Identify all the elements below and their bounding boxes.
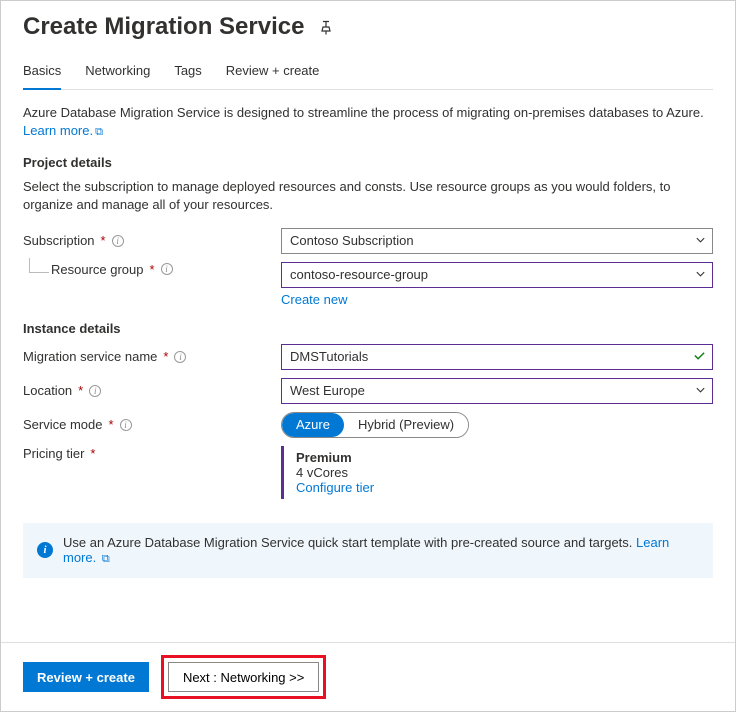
location-value: West Europe [290,383,365,398]
migration-name-label: Migration service name [23,349,157,364]
tab-review-create[interactable]: Review + create [226,55,320,89]
project-details-text: Select the subscription to manage deploy… [23,178,713,214]
chevron-down-icon [695,267,706,282]
external-icon: ⧉ [95,126,103,138]
external-icon: ⧉ [102,553,110,565]
tab-basics[interactable]: Basics [23,55,61,90]
required-indicator: * [150,262,155,277]
pricing-tier-box: Premium 4 vCores Configure tier [281,446,713,499]
subscription-select[interactable]: Contoso Subscription [281,228,713,254]
resource-group-select[interactable]: contoso-resource-group [281,262,713,288]
info-icon[interactable]: i [89,385,101,397]
next-networking-button[interactable]: Next : Networking >> [168,662,319,692]
tab-networking[interactable]: Networking [85,55,150,89]
location-select[interactable]: West Europe [281,378,713,404]
service-mode-azure[interactable]: Azure [282,413,344,437]
subscription-value: Contoso Subscription [290,233,414,248]
required-indicator: * [90,446,95,461]
required-indicator: * [78,383,83,398]
learn-more-link[interactable]: Learn more.⧉ [23,123,103,138]
service-mode-toggle: Azure Hybrid (Preview) [281,412,469,438]
resource-group-value: contoso-resource-group [290,267,428,282]
create-new-link[interactable]: Create new [281,292,347,307]
migration-name-value: DMSTutorials [290,349,368,364]
service-mode-hybrid[interactable]: Hybrid (Preview) [344,413,468,437]
description: Azure Database Migration Service is desi… [23,104,713,141]
next-button-highlight: Next : Networking >> [161,655,326,699]
instance-details-heading: Instance details [23,321,713,336]
info-icon[interactable]: i [161,263,173,275]
page-title: Create Migration Service [23,13,304,41]
chevron-down-icon [695,383,706,398]
project-details-heading: Project details [23,155,713,170]
required-indicator: * [101,233,106,248]
service-mode-label: Service mode [23,417,102,432]
tier-detail: 4 vCores [296,465,713,480]
tabs: Basics Networking Tags Review + create [23,55,713,90]
review-create-button[interactable]: Review + create [23,662,149,692]
checkmark-icon [693,349,706,365]
info-icon[interactable]: i [174,351,186,363]
chevron-down-icon [695,233,706,248]
info-banner-text: Use an Azure Database Migration Service … [63,535,632,550]
tab-tags[interactable]: Tags [174,55,201,89]
location-label: Location [23,383,72,398]
pin-icon[interactable] [318,20,334,39]
required-indicator: * [163,349,168,364]
info-icon: i [37,542,53,558]
description-text: Azure Database Migration Service is desi… [23,105,704,120]
pricing-tier-label: Pricing tier [23,446,84,461]
info-icon[interactable]: i [120,419,132,431]
tier-name: Premium [296,450,713,465]
configure-tier-link[interactable]: Configure tier [296,480,374,495]
info-icon[interactable]: i [112,235,124,247]
resource-group-label: Resource group [51,262,144,277]
required-indicator: * [108,417,113,432]
footer: Review + create Next : Networking >> [1,642,735,711]
info-banner: i Use an Azure Database Migration Servic… [23,523,713,578]
subscription-label: Subscription [23,233,95,248]
migration-name-input[interactable]: DMSTutorials [281,344,713,370]
